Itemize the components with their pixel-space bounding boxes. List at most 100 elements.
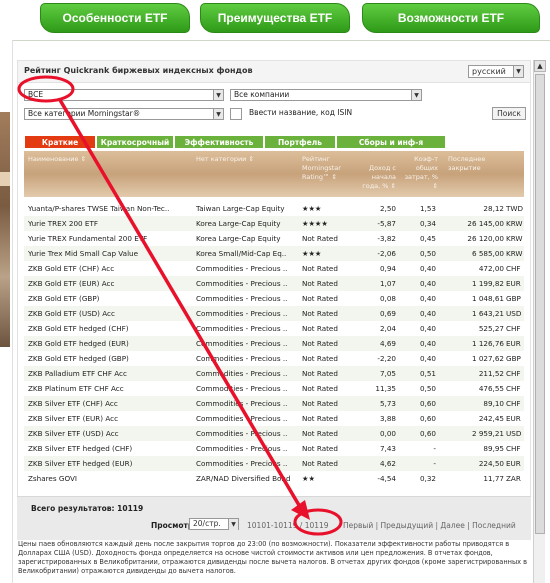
table-row[interactable]: Zshares GOVI ZAR/NAD Diversified Bond ★★ -4… [24,471,524,486]
column-header-rating[interactable]: Рейтинг Morningstar Rating™ ⇕ [302,155,354,182]
close-cell: 525,27 [478,324,504,333]
table-row[interactable]: ZKB Gold ETF (EUR) Acc Commodities - Prec… [24,276,524,291]
close-cell: 11,77 [483,474,504,483]
fund-name-cell[interactable]: ZKB Gold ETF hedged (EUR) [28,336,188,351]
tab-fees-info[interactable]: Сборы и инф-я [336,135,446,149]
cost-cell: 0,40 [419,264,436,273]
tab-summary[interactable]: Краткие сведения [24,135,96,161]
company-select[interactable]: Все компании ▼ [230,89,422,101]
category-cell: Commodities - Precious .. [196,309,288,318]
category-value: Все категории Morningstar® [28,109,141,118]
rating-cell: Not Rated [302,354,338,363]
table-row[interactable]: ZKB Silver ETF hedged (EUR) Commodities -… [24,456,524,471]
rating-cell: Not Rated [302,369,338,378]
scroll-up-icon[interactable]: ▲ [534,60,546,72]
per-page-select[interactable]: 20/стр. ▼ [189,518,239,530]
currency-cell: USD [506,309,522,318]
fund-type-select[interactable]: ВСЕ ▼ [24,89,224,101]
table-row[interactable]: ZKB Silver ETF (EUR) Acc Commodities - Pr… [24,411,524,426]
fund-name-cell[interactable]: ZKB Silver ETF hedged (CHF) [28,441,188,456]
currency-cell: CHF [506,444,521,453]
fund-name-cell[interactable]: ZKB Gold ETF hedged (GBP) [28,351,188,366]
category-cell: Commodities - Precious .. [196,399,288,408]
fund-name-cell[interactable]: Zshares GOVI [28,471,188,486]
table-row[interactable]: Yurie TREX 200 ETF Korea Large-Cap Equity… [24,216,524,231]
chevron-down-icon: ▼ [411,90,421,100]
rating-cell: Not Rated [302,444,338,453]
fund-name-cell[interactable]: Yurie TREX Fundamental 200 ETF [28,231,188,246]
table-row[interactable]: ZKB Silver ETF (CHF) Acc Commodities - Pr… [24,396,524,411]
fund-name-cell[interactable]: Yurie Trex Mid Small Cap Value [28,246,188,261]
nav-etf-opportunities-button[interactable]: Возможности ETF [362,3,540,33]
table-row[interactable]: ZKB Platinum ETF CHF Acc Commodities - Pr… [24,381,524,396]
category-cell: Commodities - Precious .. [196,414,288,423]
currency-cell: EUR [506,339,521,348]
search-button[interactable]: Поиск [492,107,526,120]
vertical-scrollbar[interactable]: ▲ [533,60,546,583]
table-row[interactable]: ZKB Gold ETF (GBP) Commodities - Precious… [24,291,524,306]
column-header-category[interactable]: Нет категории ⇕ [196,155,254,164]
close-cell: 6 585,00 [471,249,504,258]
currency-cell: USD [506,429,522,438]
table-row[interactable]: ZKB Gold ETF hedged (CHF) Commodities - P… [24,321,524,336]
cost-cell: 0,51 [419,369,436,378]
return-cell: -4,54 [377,474,396,483]
close-cell: 472,00 [478,264,504,273]
nav-etf-features-button[interactable]: Особенности ETF [40,3,190,33]
fund-name-cell[interactable]: ZKB Gold ETF (EUR) Acc [28,276,188,291]
fund-name-cell[interactable]: ZKB Gold ETF (GBP) [28,291,188,306]
table-row[interactable]: ZKB Palladium ETF CHF Acc Commodities - P… [24,366,524,381]
category-cell: Commodities - Precious .. [196,384,288,393]
column-header-cost[interactable]: Коэф-т общих затрат, % ⇕ [402,155,438,191]
chevron-down-icon: ▼ [213,90,223,100]
column-header-close: Последнее закрытие [448,155,486,172]
rating-cell: Not Rated [302,414,338,423]
return-cell: 1,07 [379,279,396,288]
currency-cell: CHF [506,369,521,378]
table-row[interactable]: Yurie Trex Mid Small Cap Value Korea Smal… [24,246,524,261]
isin-search-input[interactable]: Ввести название, код ISIN [246,108,396,120]
fund-name-cell[interactable]: ZKB Gold ETF (USD) Acc [28,306,188,321]
fund-name-cell[interactable]: ZKB Gold ETF hedged (CHF) [28,321,188,336]
close-cell: 89,10 [483,399,504,408]
table-header: Наименование ⇕ Нет категории ⇕ Рейтинг M… [24,151,524,197]
fund-name-cell[interactable]: ZKB Silver ETF (USD) Acc [28,426,188,441]
language-select[interactable]: русский ▼ [468,65,524,78]
close-cell: 476,55 [478,384,504,393]
currency-cell: TWD [506,204,524,213]
tab-short-term[interactable]: Краткосрочный [96,135,174,149]
table-row[interactable]: Yurie TREX Fundamental 200 ETF Korea Larg… [24,231,524,246]
fund-name-cell[interactable]: ZKB Gold ETF (CHF) Acc [28,261,188,276]
column-header-return[interactable]: Доход с начала года, % ⇕ [354,164,396,191]
return-cell: 0,94 [379,264,396,273]
return-cell: 7,43 [379,444,396,453]
fund-name-cell[interactable]: ZKB Platinum ETF CHF Acc [28,381,188,396]
table-row[interactable]: ZKB Gold ETF (CHF) Acc Commodities - Prec… [24,261,524,276]
table-row[interactable]: ZKB Gold ETF hedged (EUR) Commodities - P… [24,336,524,351]
table-row[interactable]: ZKB Silver ETF (USD) Acc Commodities - Pr… [24,426,524,441]
fund-name-cell[interactable]: ZKB Silver ETF (EUR) Acc [28,411,188,426]
table-row[interactable]: ZKB Gold ETF hedged (GBP) Commodities - P… [24,351,524,366]
tab-portfolio[interactable]: Портфель [264,135,336,149]
table-row[interactable]: ZKB Gold ETF (USD) Acc Commodities - Prec… [24,306,524,321]
close-cell: 1 126,76 [471,339,504,348]
total-results: Всего результатов: 10119 [31,504,144,513]
table-row[interactable]: ZKB Silver ETF hedged (CHF) Commodities -… [24,441,524,456]
rating-cell: ★★★ [302,249,322,258]
category-select[interactable]: Все категории Morningstar® ▼ [24,108,224,120]
fund-name-cell[interactable]: ZKB Palladium ETF CHF Acc [28,366,188,381]
return-cell: 11,35 [375,384,396,393]
scroll-thumb[interactable] [535,74,545,534]
fund-name-cell[interactable]: ZKB Silver ETF hedged (EUR) [28,456,188,471]
fund-name-cell[interactable]: Yuanta/P-shares TWSE Taiwan Non-Tec.. [28,201,188,216]
return-cell: -3,82 [377,234,396,243]
return-cell: -5,87 [377,219,396,228]
fund-name-cell[interactable]: Yurie TREX 200 ETF [28,216,188,231]
table-row[interactable]: Yuanta/P-shares TWSE Taiwan Non-Tec.. Tai… [24,201,524,216]
fund-name-cell[interactable]: ZKB Silver ETF (CHF) Acc [28,396,188,411]
pagination-links[interactable]: Первый | Предыдущий | Далее | Последний [343,521,516,530]
tab-performance[interactable]: Эффективность [174,135,264,149]
column-header-name[interactable]: Наименование ⇕ [28,155,86,164]
nav-etf-advantages-button[interactable]: Преимущества ETF [200,3,350,33]
category-cell: Commodities - Precious .. [196,354,288,363]
